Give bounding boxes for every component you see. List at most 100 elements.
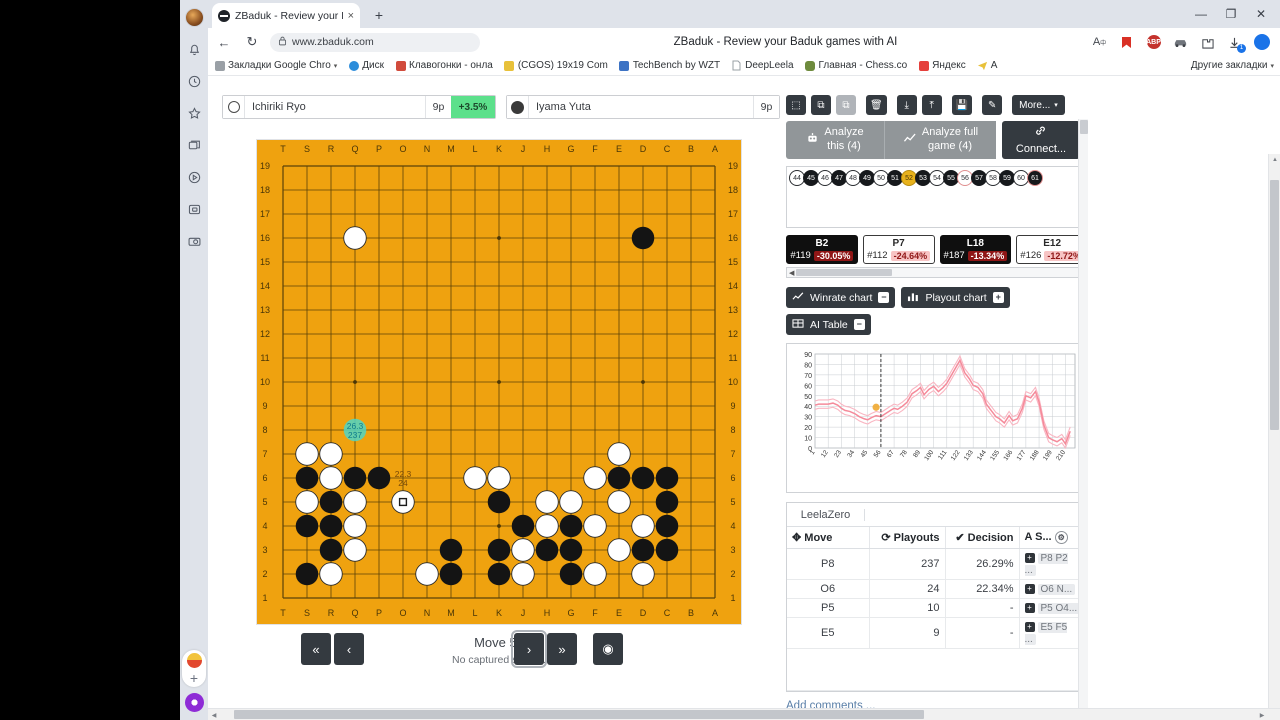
expand-icon[interactable]: + [1024, 603, 1035, 614]
tabs-icon[interactable] [183, 134, 205, 156]
address-bar[interactable]: www.zbaduk.com [270, 32, 480, 52]
avatar[interactable] [183, 6, 205, 28]
bookmark-item[interactable]: TechBench by WZT [619, 60, 720, 71]
tab-zbaduk[interactable]: ZBaduk - Review your B × [212, 3, 360, 28]
black-player-name[interactable]: Iyama Yuta [529, 96, 753, 118]
history-clock-icon[interactable] [183, 70, 205, 92]
bookmark-item[interactable]: (CGOS) 19x19 Com [504, 60, 608, 71]
last-move-button[interactable]: » [547, 633, 577, 665]
adblock-icon[interactable]: ABP [1145, 34, 1162, 51]
scrollbar-thumb[interactable] [1270, 180, 1279, 430]
snapshot-icon[interactable] [183, 230, 205, 252]
move-strip[interactable]: 444546474849505152535455565758596061 ▲ [786, 166, 1088, 228]
expand-icon[interactable]: + [1024, 584, 1035, 595]
bookmark-item[interactable]: Диск [348, 60, 384, 71]
bookmark-item[interactable]: Клавогонки - онла [395, 60, 493, 71]
notifications-bell-icon[interactable] [183, 38, 205, 60]
downloads-icon[interactable]: 1 [1226, 34, 1246, 53]
save-button[interactable]: 💾 [951, 95, 973, 115]
mistakes-scrollbar[interactable]: ◀ ▶ [786, 267, 1088, 278]
gear-icon[interactable]: ⚙ [1054, 531, 1068, 544]
extensions-puzzle-icon[interactable] [1199, 34, 1216, 51]
next-move-button[interactable]: › [511, 630, 547, 668]
table-row[interactable]: P5 10- + P5 O4... [787, 598, 1087, 618]
bookmark-icon[interactable] [1118, 34, 1135, 51]
reload-icon[interactable]: ↻ [242, 32, 262, 52]
bookmark-item[interactable]: Яндекс [918, 60, 966, 71]
scroll-right-icon[interactable]: ▶ [1256, 709, 1268, 720]
table-row[interactable]: P8 237 26.29% + P8 P2 ... [787, 548, 1087, 580]
maximize-button[interactable]: ❐ [1216, 0, 1246, 28]
collapse-icon[interactable]: − [853, 319, 865, 330]
table-row[interactable]: E5 9- + E5 F5 ... [787, 617, 1087, 649]
bookmark-item[interactable]: Главная - Chess.co [805, 60, 907, 71]
chevron-down-icon[interactable]: ▾ [334, 62, 338, 70]
scroll-up-icon[interactable]: ▲ [1269, 154, 1280, 166]
player-black[interactable]: Iyama Yuta 9p [506, 95, 780, 119]
scrollbar-thumb[interactable] [796, 269, 893, 276]
scrollbar-thumb[interactable] [234, 710, 924, 719]
analyze-this-button[interactable]: Analyze this (4) [786, 121, 884, 159]
bookmark-item[interactable]: Закладки Google Chro ▾ [214, 60, 337, 71]
mistake-card[interactable]: P7 #112 -24.64% [862, 235, 935, 264]
bookmarks-star-icon[interactable] [183, 102, 205, 124]
add-workspace-button[interactable]: + [190, 671, 198, 685]
column-sequence[interactable]: A S... ⚙ [1019, 527, 1087, 549]
other-bookmarks-button[interactable]: Другие закладки ▾ [1191, 60, 1274, 71]
expand-icon[interactable]: + [1024, 553, 1035, 564]
copy-button[interactable]: ⧉ [811, 95, 831, 115]
page-horizontal-scrollbar[interactable]: ◀ ▶ [208, 708, 1280, 720]
close-window-button[interactable]: ✕ [1246, 0, 1276, 28]
mistake-card[interactable]: B2 #119 -30.05% [786, 235, 858, 264]
column-move[interactable]: ✥ Move [787, 527, 870, 549]
sequence-text: P5 O4... [1037, 603, 1081, 614]
workspaces-icon[interactable] [186, 653, 202, 668]
column-playouts[interactable]: ⟳ Playouts [869, 527, 946, 549]
toggle-view-button[interactable]: ◉ [593, 633, 623, 665]
ai-table-scrollbar[interactable] [1078, 119, 1088, 712]
ai-table-toggle[interactable]: AI Table − [786, 314, 871, 335]
minimize-button[interactable]: — [1186, 0, 1216, 28]
translate-icon[interactable]: A中 [1091, 34, 1108, 51]
prev-move-button[interactable]: ‹ [334, 633, 364, 665]
profile-avatar-icon[interactable] [1253, 34, 1270, 51]
first-move-button[interactable]: « [301, 633, 331, 665]
close-icon[interactable]: × [348, 10, 354, 22]
new-file-button[interactable]: ⬚ [786, 95, 806, 115]
player-white[interactable]: Ichiriki Ryo 9p +3.5% [222, 95, 496, 119]
playout-chart-toggle[interactable]: Playout chart + [901, 287, 1010, 308]
move-dot[interactable]: 61 [1027, 170, 1043, 186]
mistake-card[interactable]: L18 #187 -13.34% [939, 235, 1012, 264]
paste-button[interactable]: ⧉ [836, 95, 856, 115]
expand-icon[interactable]: + [1024, 622, 1035, 633]
workspaces-pill[interactable]: + [182, 650, 206, 687]
page-vertical-scrollbar[interactable]: ▲ ▼ [1268, 154, 1280, 720]
winrate-chart-toggle[interactable]: Winrate chart − [786, 287, 896, 308]
connect-button[interactable]: Connect... [1002, 121, 1080, 159]
more-button[interactable]: More... ▾ [1012, 95, 1065, 115]
expand-icon[interactable]: + [992, 292, 1004, 303]
back-icon[interactable]: ← [214, 32, 234, 52]
column-decision[interactable]: ✔ Decision [945, 527, 1020, 549]
go-board[interactable]: T T S S R R Q Q P P O O N N M M L L K K J J H H G G F F E E D D C C B B A A 19… [256, 139, 742, 625]
player-icon[interactable] [183, 166, 205, 188]
extension-car-icon[interactable] [1172, 34, 1189, 51]
svg-text:199: 199 [1042, 449, 1054, 462]
new-tab-button[interactable]: + [368, 5, 390, 25]
bookmark-item[interactable]: A [977, 60, 997, 71]
upload-button[interactable]: ⤒ [921, 95, 942, 115]
collapse-icon[interactable]: − [878, 292, 890, 303]
cell-playouts: 9 [869, 617, 946, 649]
winrate-chart[interactable]: 0 10 20 30 40 50 60 70 80 90 1 12 23 34 45 56 67 78 89 100 1… [786, 343, 1088, 493]
delete-button[interactable]: 🗑 [866, 95, 887, 115]
scroll-left-icon[interactable]: ◀ [789, 269, 794, 277]
scroll-left-icon[interactable]: ◀ [208, 709, 220, 720]
edit-button[interactable]: ✎ [982, 95, 1003, 115]
white-player-name[interactable]: Ichiriki Ryo [245, 96, 425, 118]
bookmark-item[interactable]: DeepLeela [731, 60, 794, 71]
video-popout-icon[interactable] [183, 198, 205, 220]
download-button[interactable]: ⤓ [896, 95, 917, 115]
table-row[interactable]: O6 24 22.34% + O6 N... [787, 579, 1087, 599]
analyze-full-game-button[interactable]: Analyze full game (4) [884, 121, 996, 159]
opera-logo-icon[interactable] [184, 693, 204, 712]
